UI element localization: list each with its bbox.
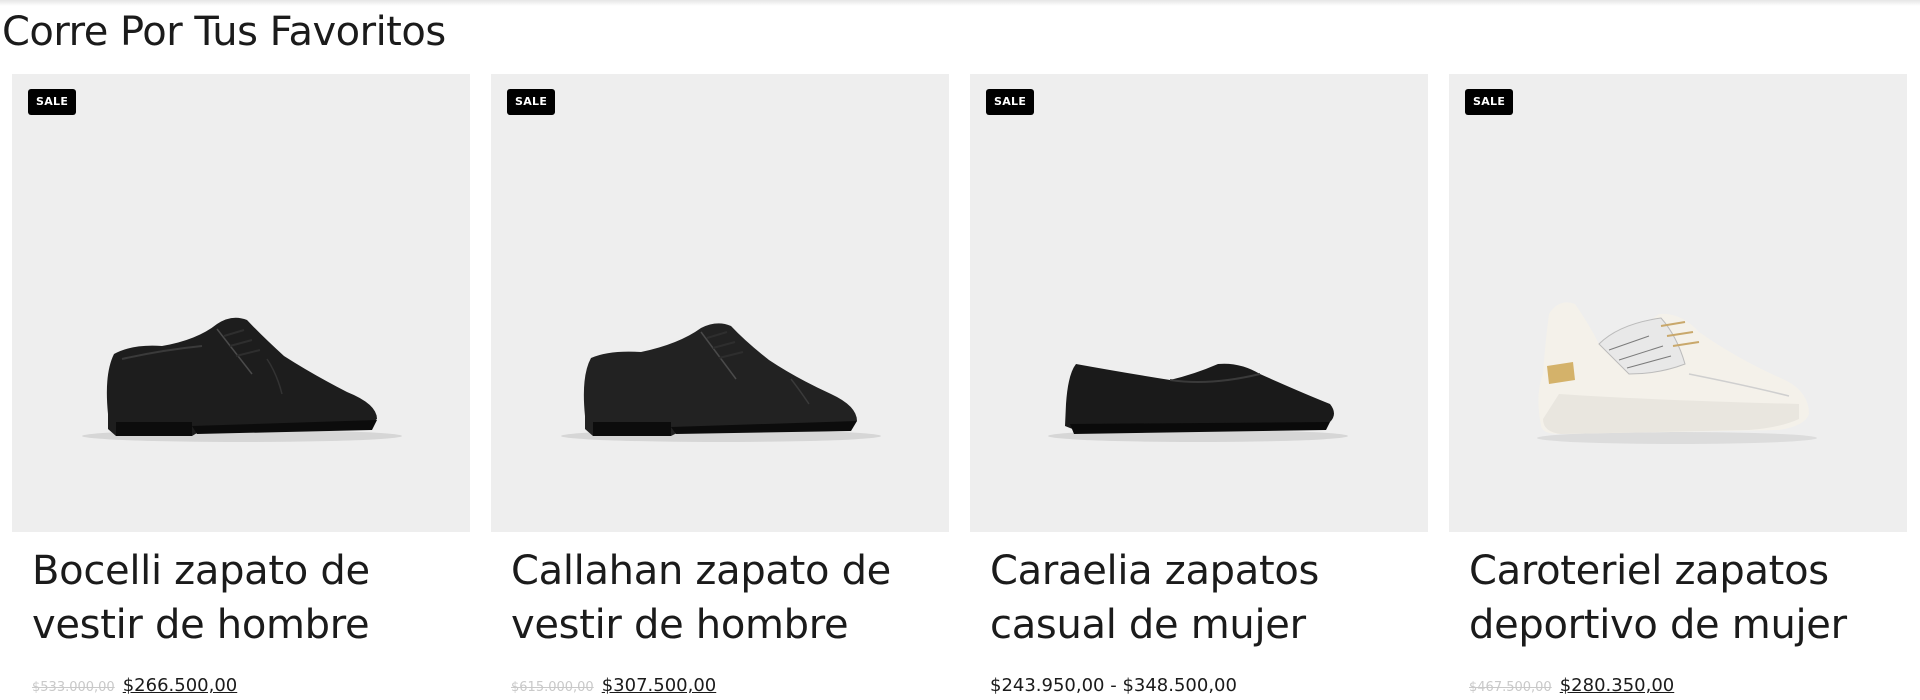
product-image[interactable]: SALE: [970, 74, 1428, 532]
section-title: Corre Por Tus Favoritos: [2, 9, 446, 55]
product-image[interactable]: SALE: [491, 74, 949, 532]
product-card-bocelli[interactable]: SALE Bocelli zapato de vestir de hombre …: [12, 74, 470, 700]
black-oxford-dress-shoe-icon: [82, 317, 402, 442]
price-row: $533.000,00 $266.500,00: [32, 674, 237, 700]
old-price: $615.000,00: [511, 680, 594, 695]
old-price: $467.500,00: [1469, 680, 1552, 695]
sale-price[interactable]: $280.350,00: [1560, 675, 1675, 696]
product-card-caroteriel[interactable]: SALE Caroteriel zapatos deportivo de muj…: [1449, 74, 1907, 700]
sale-badge: SALE: [986, 89, 1035, 115]
sale-price[interactable]: $307.500,00: [602, 675, 717, 696]
price-range: $243.950,00 - $348.500,00: [990, 675, 1237, 696]
product-image[interactable]: SALE: [12, 74, 470, 532]
product-card-callahan[interactable]: SALE Callahan zapato de vestir de hombre…: [491, 74, 949, 700]
price-row: $467.500,00 $280.350,00: [1469, 674, 1674, 700]
black-derby-dress-shoe-icon: [561, 323, 881, 442]
product-name[interactable]: Caroteriel zapatos deportivo de mujer: [1469, 544, 1889, 652]
product-card-caraelia[interactable]: SALE Caraelia zapatos casual de mujer $2…: [970, 74, 1428, 700]
sale-badge: SALE: [507, 89, 556, 115]
sale-badge: SALE: [28, 89, 77, 115]
price-row: $243.950,00 - $348.500,00: [990, 674, 1237, 698]
sale-badge: SALE: [1465, 89, 1514, 115]
product-name[interactable]: Caraelia zapatos casual de mujer: [990, 544, 1410, 652]
old-price: $533.000,00: [32, 680, 115, 695]
product-name[interactable]: Callahan zapato de vestir de hombre: [511, 544, 931, 652]
black-loafer-flat-icon: [1048, 363, 1348, 442]
product-name[interactable]: Bocelli zapato de vestir de hombre: [32, 544, 452, 652]
price-row: $615.000,00 $307.500,00: [511, 674, 716, 700]
product-image[interactable]: SALE: [1449, 74, 1907, 532]
white-wedge-sneaker-icon: [1537, 302, 1817, 444]
product-grid: SALE Bocelli zapato de vestir de hombre …: [12, 74, 1907, 700]
sale-price[interactable]: $266.500,00: [123, 675, 238, 696]
